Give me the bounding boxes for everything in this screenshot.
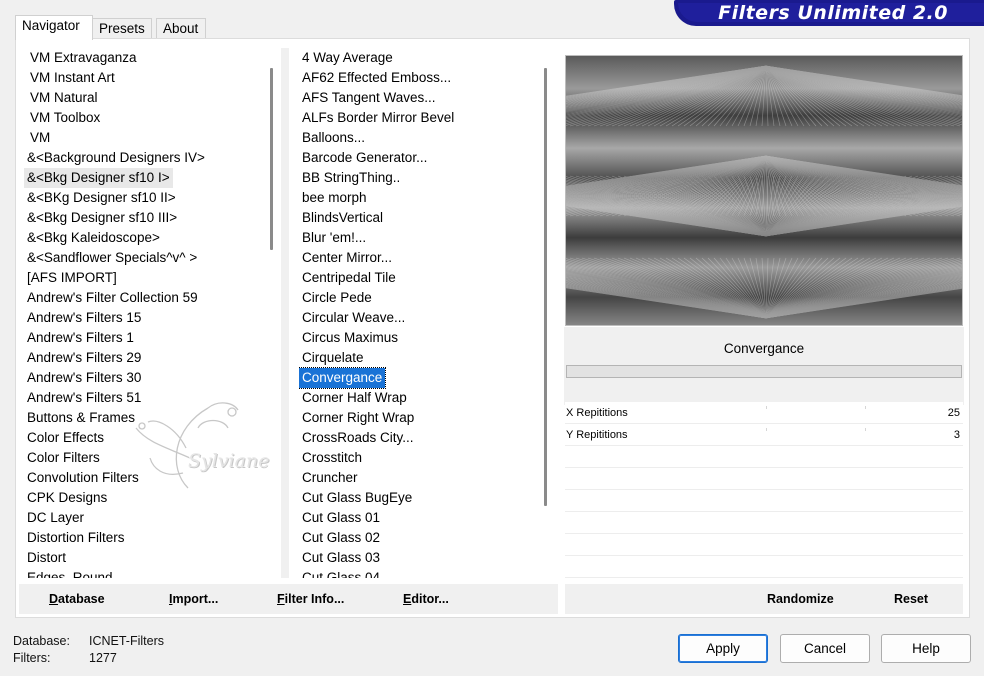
filter-item[interactable]: AF62 Effected Emboss...	[299, 68, 454, 88]
category-item[interactable]: &<Sandflower Specials^v^ >	[24, 248, 200, 268]
filter-item[interactable]: Balloons...	[299, 128, 368, 148]
filter-item[interactable]: Cirquelate	[299, 348, 367, 368]
category-item[interactable]: [AFS IMPORT]	[24, 268, 120, 288]
param-row-empty	[565, 468, 963, 490]
category-item[interactable]: VM Toolbox	[24, 108, 103, 128]
category-item[interactable]: &<BKg Designer sf10 II>	[24, 188, 179, 208]
category-item[interactable]: VM Extravaganza	[24, 48, 140, 68]
filter-scroll-thumb[interactable]	[544, 68, 547, 506]
filter-list[interactable]: 4 Way Average AF62 Effected Emboss... AFS …	[299, 48, 539, 578]
randomize-button[interactable]: Randomize	[767, 584, 834, 614]
filter-item[interactable]: Circus Maximus	[299, 328, 401, 348]
cancel-button[interactable]: Cancel	[780, 634, 870, 663]
reset-button[interactable]: Reset	[894, 584, 928, 614]
status-database-value: ICNET-Filters	[89, 634, 164, 648]
param-value: 3	[953, 429, 960, 441]
filter-item[interactable]: Blur 'em!...	[299, 228, 369, 248]
category-item[interactable]: VM	[24, 128, 53, 148]
database-button[interactable]: Database	[49, 584, 105, 614]
category-list[interactable]: VM Extravaganza VM Instant Art VM Natural V…	[24, 48, 269, 578]
param-row-empty	[565, 512, 963, 534]
category-scrollbar[interactable]	[262, 48, 280, 578]
filter-item[interactable]: Circle Pede	[299, 288, 375, 308]
category-item[interactable]: VM Natural	[24, 88, 101, 108]
category-item[interactable]: Andrew's Filters 29	[24, 348, 144, 368]
title-banner: Filters Unlimited 2.0	[674, 0, 984, 26]
param-value: 25	[947, 407, 960, 419]
category-item[interactable]: Andrew's Filter Collection 59	[24, 288, 201, 308]
filter-item[interactable]: ALFs Border Mirror Bevel	[299, 108, 457, 128]
category-item[interactable]: &<Bkg Designer sf10 I>	[24, 168, 173, 188]
left-button-bar: Database Import... Filter Info... Editor…	[19, 584, 558, 614]
filter-info-button[interactable]: Filter Info...	[277, 584, 344, 614]
category-item[interactable]: Color Effects	[24, 428, 107, 448]
category-item[interactable]: Distortion Filters	[24, 528, 128, 548]
filter-item[interactable]: Centripedal Tile	[299, 268, 399, 288]
category-item[interactable]: VM Instant Art	[24, 68, 118, 88]
tab-navigator[interactable]: Navigator	[15, 15, 93, 40]
category-item[interactable]: Andrew's Filters 1	[24, 328, 137, 348]
status-database-label: Database:	[13, 634, 70, 648]
filter-item[interactable]: Cruncher	[299, 468, 361, 488]
param-label: X Repititions	[566, 407, 628, 419]
tab-about[interactable]: About	[156, 18, 206, 39]
filter-item[interactable]: 4 Way Average	[299, 48, 396, 68]
category-item[interactable]: &<Bkg Kaleidoscope>	[24, 228, 163, 248]
preview-image	[565, 55, 963, 326]
category-item[interactable]: Distort	[24, 548, 69, 568]
filter-control-slot	[566, 365, 962, 378]
filter-item[interactable]: CrossRoads City...	[299, 428, 417, 448]
filter-item[interactable]: BB StringThing..	[299, 168, 403, 188]
param-row-empty	[565, 446, 963, 468]
editor-button[interactable]: Editor...	[403, 584, 449, 614]
filter-item[interactable]: BlindsVertical	[299, 208, 386, 228]
filter-item[interactable]: Barcode Generator...	[299, 148, 430, 168]
tab-presets[interactable]: Presets	[92, 18, 152, 39]
filter-item[interactable]: Convergance	[299, 367, 387, 389]
filter-item[interactable]: Corner Right Wrap	[299, 408, 417, 428]
apply-button[interactable]: Apply	[678, 634, 768, 663]
param-row-empty	[565, 534, 963, 556]
param-row-empty	[565, 556, 963, 578]
import-button[interactable]: Import...	[169, 584, 218, 614]
param-x-repititions[interactable]: X Repititions 25	[565, 402, 963, 424]
category-item[interactable]: Andrew's Filters 30	[24, 368, 144, 388]
param-row-empty	[565, 490, 963, 512]
status-filters-value: 1277	[89, 651, 117, 665]
category-item[interactable]: Andrew's Filters 15	[24, 308, 144, 328]
filter-item[interactable]: Cut Glass 03	[299, 548, 383, 568]
category-item[interactable]: &<Background Designers IV>	[24, 148, 208, 168]
filter-item[interactable]: Crosstitch	[299, 448, 365, 468]
param-label: Y Repititions	[566, 429, 628, 441]
filter-item[interactable]: Cut Glass 01	[299, 508, 383, 528]
filter-item[interactable]: Cut Glass BugEye	[299, 488, 415, 508]
app-title: Filters Unlimited 2.0	[718, 2, 948, 24]
filter-item[interactable]: bee morph	[299, 188, 370, 208]
category-item[interactable]: Edges, Round	[24, 568, 116, 578]
category-item[interactable]: Andrew's Filters 51	[24, 388, 144, 408]
category-item[interactable]: CPK Designs	[24, 488, 110, 508]
category-item[interactable]: DC Layer	[24, 508, 87, 528]
category-item[interactable]: Buttons & Frames	[24, 408, 138, 428]
status-filters-label: Filters:	[13, 651, 51, 665]
filter-item[interactable]: Corner Half Wrap	[299, 388, 410, 408]
filter-item[interactable]: Cut Glass 04	[299, 568, 383, 578]
filter-item[interactable]: AFS Tangent Waves...	[299, 88, 439, 108]
filter-item[interactable]: Center Mirror...	[299, 248, 395, 268]
category-item[interactable]: Color Filters	[24, 448, 103, 468]
filter-scrollbar[interactable]	[537, 48, 555, 578]
param-y-repititions[interactable]: Y Repititions 3	[565, 424, 963, 446]
selected-filter-name: Convergance	[723, 341, 805, 356]
category-item[interactable]: &<Bkg Designer sf10 III>	[24, 208, 180, 228]
right-button-bar: Randomize Reset	[565, 584, 963, 614]
help-button[interactable]: Help	[881, 634, 971, 663]
filter-item[interactable]: Cut Glass 02	[299, 528, 383, 548]
filter-item[interactable]: Circular Weave...	[299, 308, 408, 328]
list-divider	[281, 48, 289, 578]
category-item[interactable]: Convolution Filters	[24, 468, 142, 488]
category-scroll-thumb[interactable]	[270, 68, 273, 250]
